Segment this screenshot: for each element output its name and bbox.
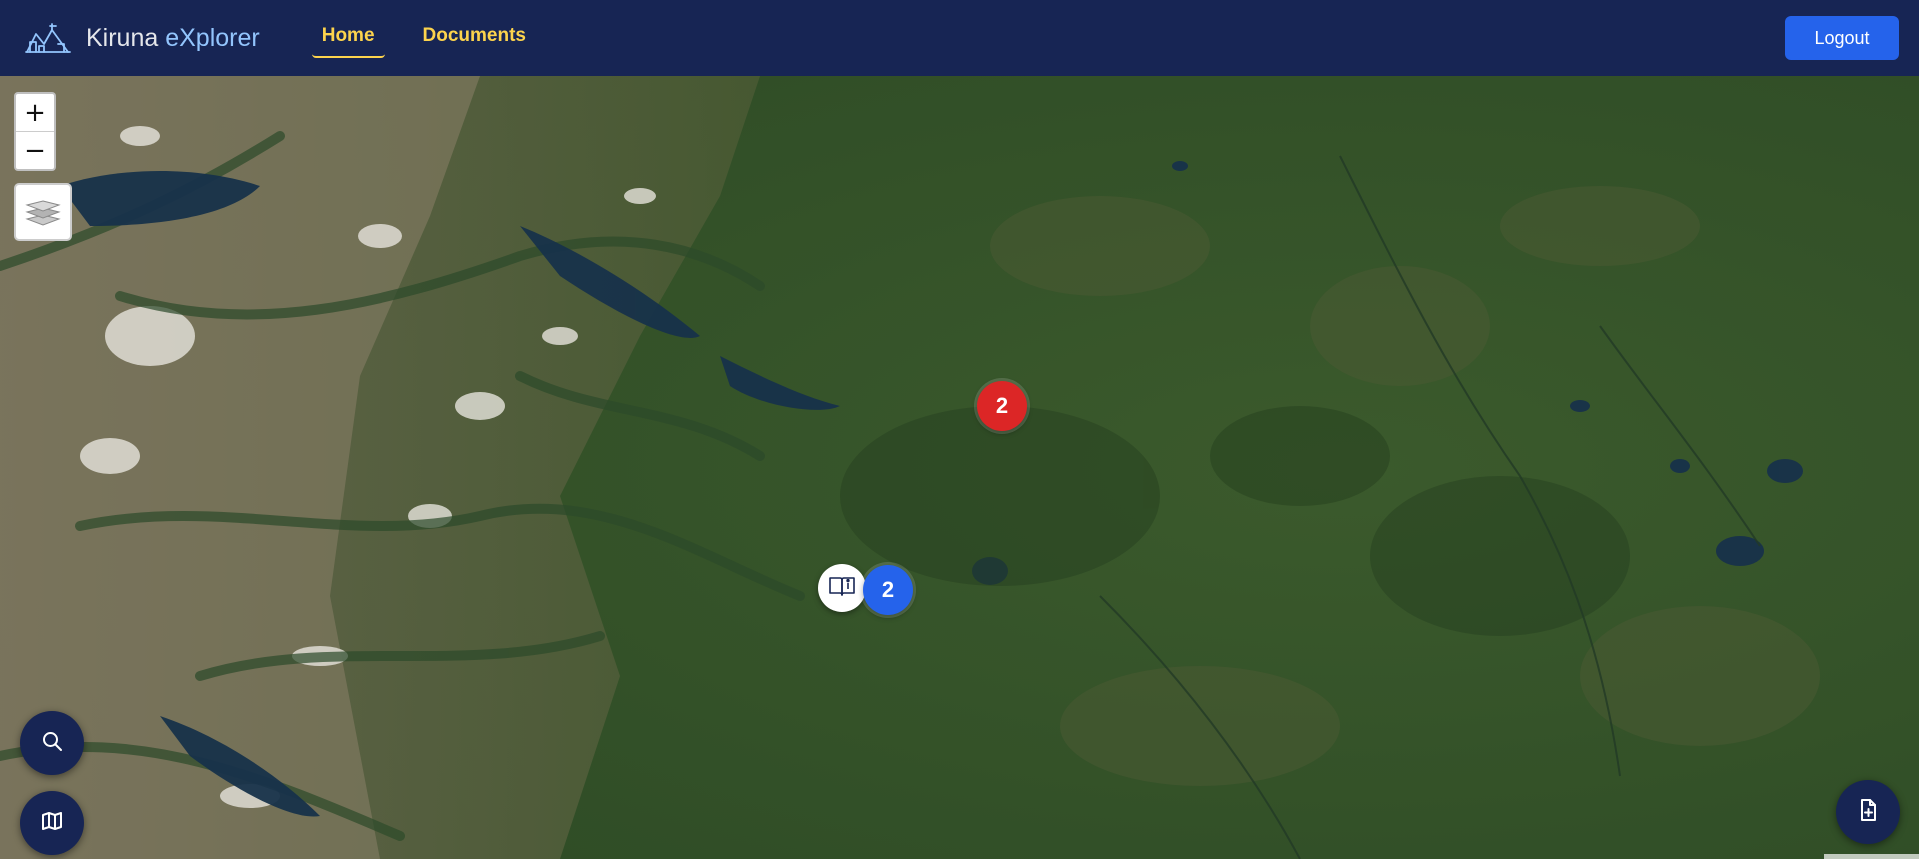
app-title-accent: eXplorer	[165, 23, 260, 52]
zoom-in-button[interactable]: +	[16, 94, 54, 131]
document-marker[interactable]	[818, 564, 866, 612]
search-button[interactable]	[20, 711, 84, 775]
app-title-main: Kiruna	[86, 23, 166, 52]
brand[interactable]: Kiruna eXplorer	[24, 20, 260, 56]
map-icon	[40, 809, 64, 838]
map-cluster-blue[interactable]: 2	[863, 565, 913, 615]
kiruna-logo-icon	[24, 20, 72, 56]
map-view-button[interactable]	[20, 791, 84, 855]
map-attribution	[1824, 854, 1919, 859]
add-document-button[interactable]	[1836, 780, 1900, 844]
book-info-icon	[828, 575, 856, 602]
zoom-out-button[interactable]: −	[16, 131, 54, 169]
nav-documents[interactable]: Documents	[413, 19, 536, 58]
file-plus-icon	[1856, 798, 1880, 827]
map-cluster-red[interactable]: 2	[977, 381, 1027, 431]
satellite-basemap	[0, 76, 1919, 859]
map-view[interactable]	[0, 76, 1919, 859]
nav-links: Home Documents	[311, 19, 536, 58]
layers-button[interactable]	[14, 183, 72, 241]
zoom-control: + −	[14, 92, 56, 171]
logout-button[interactable]: Logout	[1785, 16, 1899, 60]
app-title: Kiruna eXplorer	[86, 24, 260, 53]
layers-icon	[25, 193, 61, 232]
search-icon	[40, 729, 64, 758]
navbar: Kiruna eXplorer Home Documents Logout	[0, 0, 1919, 76]
nav-home[interactable]: Home	[311, 19, 385, 58]
